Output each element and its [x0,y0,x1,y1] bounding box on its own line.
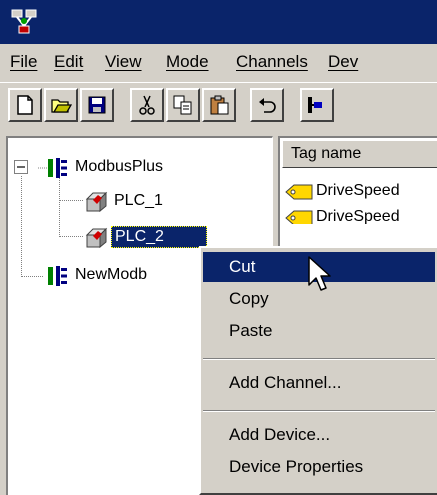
menu-view[interactable]: View [105,52,142,72]
menu-file[interactable]: File [10,52,37,72]
paste-icon [210,95,229,115]
network-app-icon [11,9,37,34]
menu-edit[interactable]: Edit [54,52,83,72]
tree-node-plc2[interactable]: PLC_2 [8,226,268,248]
tree-node-label: NewModb [75,266,148,283]
network-bus-icon [48,266,67,286]
menu-item-add-device[interactable]: Add Device... [203,420,435,450]
new-button[interactable] [8,88,42,122]
list-item-label: DriveSpeed [316,208,400,224]
list-item[interactable]: DriveSpeed [284,206,436,224]
undo-button[interactable] [250,88,284,122]
new-document-icon [17,95,33,115]
tag-icon [285,184,313,200]
list-item[interactable]: DriveSpeed [284,180,436,204]
copy-icon [173,95,192,115]
menu-item-add-channel[interactable]: Add Channel... [203,368,435,398]
save-button[interactable] [80,88,114,122]
tag-icon [285,210,313,224]
list-item-label: DriveSpeed [316,182,400,199]
menu-separator [203,358,435,360]
menu-separator [203,410,435,412]
copy-button[interactable] [166,88,200,122]
tree-node-label: PLC_1 [114,192,163,209]
save-icon [88,96,106,114]
tree-node-label: PLC_2 [115,228,164,245]
menu-item-device-properties[interactable]: Device Properties [203,452,435,482]
menu-mode[interactable]: Mode [166,52,209,72]
cut-scissors-icon [139,95,155,115]
tree-node-modbusplus[interactable]: ModbusPlus [8,156,268,178]
column-header-tag-name[interactable]: Tag name [282,140,437,168]
network-add-icon [308,97,322,113]
menu-bar: File Edit View Mode Channels Dev [0,44,437,80]
plc-device-icon [85,191,108,212]
mouse-pointer-icon [308,256,331,291]
plc-device-icon [85,227,108,248]
collapse-minus-icon[interactable] [14,160,29,175]
cut-button[interactable] [130,88,164,122]
paste-button[interactable] [202,88,236,122]
network-bus-icon [38,158,67,178]
menu-devices[interactable]: Dev [328,52,358,72]
menu-channels[interactable]: Channels [236,52,308,72]
title-bar[interactable] [0,0,437,44]
undo-icon [259,98,276,113]
toolbar [0,82,437,129]
tree-node-label: ModbusPlus [75,158,164,175]
open-button[interactable] [44,88,78,122]
add-network-button[interactable] [300,88,334,122]
tree-node-plc1[interactable]: PLC_1 [8,190,268,212]
open-folder-icon [51,99,72,113]
menu-item-paste[interactable]: Paste [203,316,435,346]
